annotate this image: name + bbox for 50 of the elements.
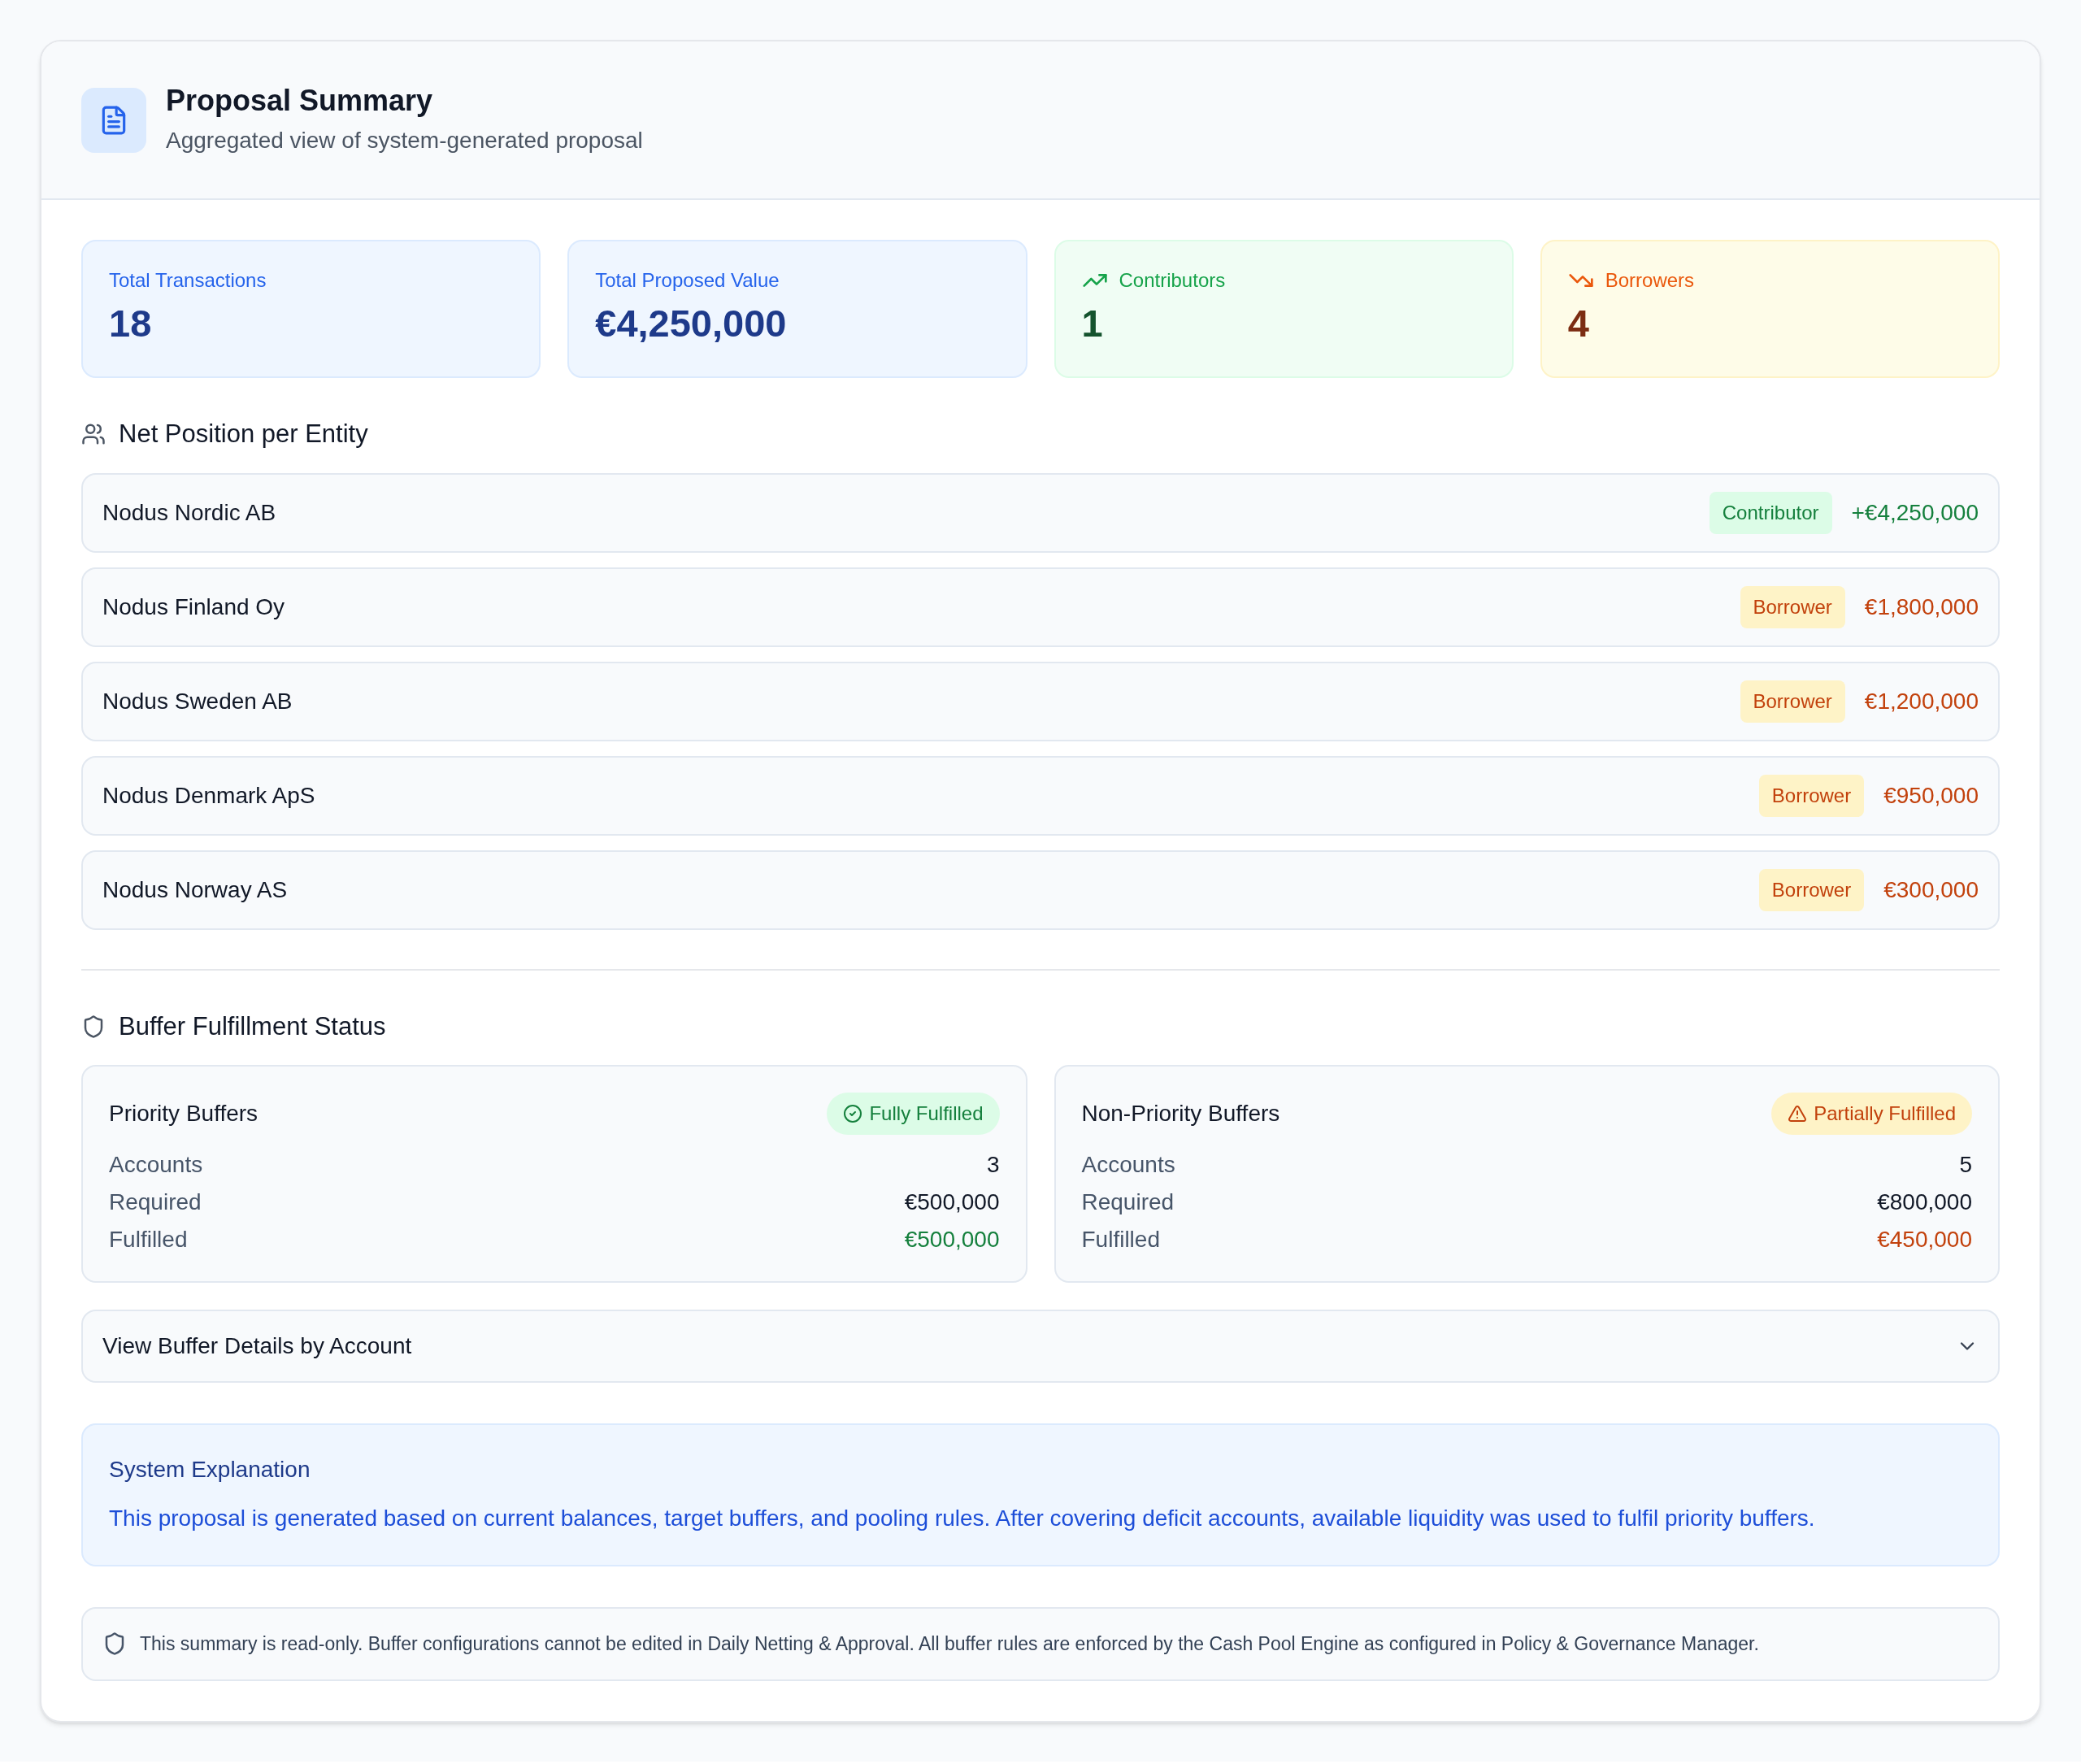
metric-value: 5 bbox=[1959, 1151, 1972, 1179]
metric-value: €500,000 bbox=[904, 1188, 1000, 1216]
stat-label: Total Proposed Value bbox=[595, 268, 780, 293]
role-badge: Borrower bbox=[1740, 680, 1845, 723]
metric-value: €800,000 bbox=[1877, 1188, 1972, 1216]
metric-label: Fulfilled bbox=[109, 1226, 188, 1253]
buffer-title: Non-Priority Buffers bbox=[1081, 1100, 1280, 1127]
entity-name: Nodus Finland Oy bbox=[102, 593, 285, 621]
page-subtitle: Aggregated view of system-generated proposal bbox=[166, 127, 643, 154]
metric-value: €500,000 bbox=[904, 1226, 1000, 1253]
entity-amount: €300,000 bbox=[1883, 875, 1979, 904]
role-badge: Borrower bbox=[1758, 868, 1865, 911]
explanation-text: This proposal is generated based on current balances, target buffers, and pooling rules. After covering deficit accounts, available liquidity was used to fulfil priority buffers. bbox=[109, 1505, 1816, 1532]
warning-icon bbox=[1788, 1104, 1808, 1123]
stat-label: Borrowers bbox=[1605, 268, 1695, 293]
metric-label: Fulfilled bbox=[1081, 1226, 1160, 1253]
section-title: Net Position per Entity bbox=[119, 419, 368, 450]
buffer-details-toggle[interactable]: View Buffer Details by Account bbox=[81, 1310, 2000, 1383]
stat-label: Contributors bbox=[1119, 268, 1226, 293]
metric-label: Required bbox=[109, 1188, 202, 1216]
check-circle-icon bbox=[843, 1104, 863, 1123]
entity-name: Nodus Sweden AB bbox=[102, 687, 293, 715]
metric-label: Accounts bbox=[109, 1151, 203, 1179]
document-icon bbox=[81, 87, 146, 153]
buffer-title: Priority Buffers bbox=[109, 1100, 258, 1127]
metric-value: €450,000 bbox=[1877, 1226, 1972, 1253]
page-title: Proposal Summary bbox=[166, 83, 434, 119]
stat-value: 1 bbox=[1081, 301, 1104, 346]
notice-text: This summary is read-only. Buffer configurations cannot be edited in Daily Netting & Approval. All buffer rules are enforced by the Cash Pool Engine as configured in Policy & Governance Manager. bbox=[140, 1632, 1759, 1656]
stat-value: €4,250,000 bbox=[595, 301, 788, 346]
entity-amount: €1,200,000 bbox=[1864, 687, 1979, 715]
role-badge: Borrower bbox=[1740, 585, 1845, 628]
stat-value: 18 bbox=[109, 301, 153, 346]
metric-value: 3 bbox=[986, 1151, 1000, 1179]
entity-amount: +€4,250,000 bbox=[1851, 498, 1979, 527]
entity-name: Nodus Nordic AB bbox=[102, 498, 276, 527]
status-badge: Partially Fulfilled bbox=[1771, 1093, 1972, 1135]
role-badge: Contributor bbox=[1709, 491, 1832, 534]
role-badge: Borrower bbox=[1758, 774, 1865, 817]
stat-value: 4 bbox=[1567, 301, 1590, 346]
explanation-title: System Explanation bbox=[109, 1456, 311, 1484]
stat-label: Total Transactions bbox=[109, 268, 267, 293]
entity-amount: €950,000 bbox=[1883, 781, 1979, 810]
entity-name: Nodus Norway AS bbox=[102, 875, 288, 904]
entity-name: Nodus Denmark ApS bbox=[102, 781, 315, 810]
entity-amount: €1,800,000 bbox=[1864, 593, 1979, 621]
status-badge: Fully Fulfilled bbox=[827, 1093, 1000, 1135]
metric-label: Accounts bbox=[1081, 1151, 1175, 1179]
metric-label: Required bbox=[1081, 1188, 1175, 1216]
section-title: Buffer Fulfillment Status bbox=[119, 1010, 386, 1042]
